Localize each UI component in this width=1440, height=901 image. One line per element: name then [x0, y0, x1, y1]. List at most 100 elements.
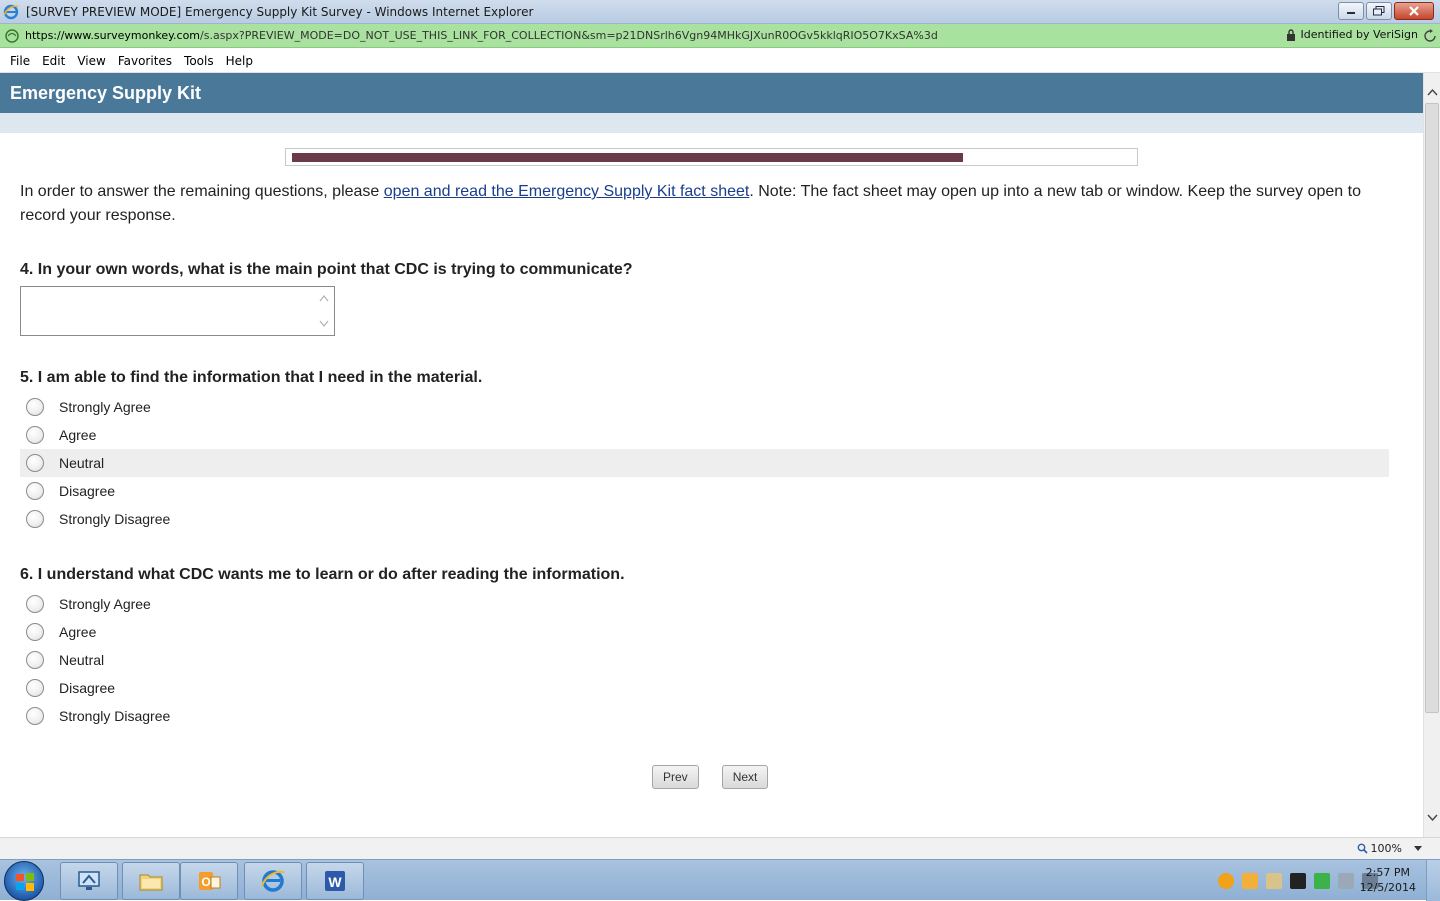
close-icon: [1409, 6, 1419, 16]
question-4-title: 4. In your own words, what is the main p…: [20, 261, 633, 278]
url-host: https://www.surveymonkey.com: [25, 29, 201, 42]
restore-icon: [1373, 6, 1385, 16]
url-path: /s.aspx?PREVIEW_MODE=DO_NOT_USE_THIS_LIN…: [200, 29, 938, 42]
word-icon: W: [325, 871, 345, 891]
question-6-options: Strongly Agree Agree Neutral Disagree St…: [20, 590, 1389, 730]
radio-button[interactable]: [26, 623, 44, 641]
option-label: Strongly Agree: [59, 399, 151, 415]
scroll-up-icon[interactable]: [1427, 87, 1438, 98]
radio-button[interactable]: [26, 426, 44, 444]
intro-text: In order to answer the remaining questio…: [20, 180, 1390, 228]
vertical-scrollbar[interactable]: [1423, 73, 1440, 837]
status-bar: 100%: [0, 837, 1440, 859]
option-label: Strongly Disagree: [59, 511, 171, 527]
update-icon[interactable]: [1218, 873, 1234, 889]
taskbar-remote-desktop[interactable]: [60, 862, 118, 900]
option-label: Agree: [59, 427, 97, 443]
lock-icon: [1287, 28, 1296, 41]
question-5-title: 5. I am able to find the information tha…: [20, 369, 483, 386]
q5-option-strongly-agree[interactable]: Strongly Agree: [20, 393, 1389, 421]
refresh-icon[interactable]: [1424, 29, 1436, 43]
outlook-tray-icon[interactable]: [1242, 873, 1258, 889]
intro-text-before: In order to answer the remaining questio…: [20, 183, 384, 200]
q5-option-disagree[interactable]: Disagree: [20, 477, 1389, 505]
progress-bar: [285, 148, 1138, 166]
chevron-up-icon[interactable]: [319, 294, 329, 302]
menu-help[interactable]: Help: [226, 54, 253, 68]
taskbar-file-explorer[interactable]: [122, 862, 180, 900]
scrollbar-thumb[interactable]: [1425, 103, 1439, 713]
survey-header: Emergency Supply Kit: [0, 73, 1423, 113]
minimize-icon: [1347, 12, 1355, 14]
scroll-down-icon[interactable]: [1427, 812, 1438, 823]
radio-button[interactable]: [26, 398, 44, 416]
q6-option-strongly-agree[interactable]: Strongly Agree: [20, 590, 1389, 618]
option-label: Disagree: [59, 483, 116, 499]
window-controls: [1338, 2, 1434, 20]
zoom-level: 100%: [1370, 842, 1402, 855]
menu-edit[interactable]: Edit: [42, 54, 65, 68]
q5-option-agree[interactable]: Agree: [20, 421, 1389, 449]
survey-title: Emergency Supply Kit: [10, 82, 202, 103]
q5-option-neutral[interactable]: Neutral: [20, 449, 1389, 477]
close-window-button[interactable]: [1394, 2, 1434, 20]
restore-button[interactable]: [1366, 2, 1392, 20]
menu-favorites[interactable]: Favorites: [118, 54, 172, 68]
radio-button[interactable]: [26, 595, 44, 613]
q6-option-neutral[interactable]: Neutral: [20, 646, 1389, 674]
taskbar-word[interactable]: W: [306, 862, 364, 900]
folder-icon: [139, 874, 163, 891]
q6-option-disagree[interactable]: Disagree: [20, 674, 1389, 702]
radio-button[interactable]: [26, 707, 44, 725]
window-titlebar: [SURVEY PREVIEW MODE] Emergency Supply K…: [0, 0, 1440, 24]
network-share-icon[interactable]: [1266, 873, 1282, 889]
clock-time: 2:57 PM: [1365, 866, 1410, 879]
question-4-textarea[interactable]: [20, 286, 335, 336]
security-check-icon[interactable]: [1314, 873, 1330, 889]
radio-button[interactable]: [26, 510, 44, 528]
menu-bar: File Edit View Favorites Tools Help: [0, 49, 1440, 73]
progress-fill: [292, 153, 963, 162]
system-tray: [1218, 873, 1378, 889]
menu-tools[interactable]: Tools: [184, 54, 214, 68]
taskbar-outlook[interactable]: O: [180, 862, 238, 900]
show-desktop-button[interactable]: [1426, 860, 1440, 901]
radio-button[interactable]: [26, 454, 44, 472]
question-6-title: 6. I understand what CDC wants me to lea…: [20, 566, 625, 583]
security-label: Identified by VeriSign: [1300, 28, 1418, 41]
next-button[interactable]: Next: [721, 765, 769, 789]
svg-text:O: O: [201, 875, 210, 889]
address-url[interactable]: https://www.surveymonkey.com/s.aspx?PREV…: [25, 29, 938, 42]
wireless-icon[interactable]: [1290, 873, 1306, 889]
remote-desktop-icon: [78, 871, 100, 890]
security-indicator[interactable]: Identified by VeriSign: [1286, 28, 1418, 41]
minimize-button[interactable]: [1338, 2, 1364, 20]
survey-nav: Prev Next: [652, 765, 769, 789]
menu-file[interactable]: File: [10, 54, 30, 68]
radio-button[interactable]: [26, 482, 44, 500]
q6-option-strongly-disagree[interactable]: Strongly Disagree: [20, 702, 1389, 730]
menu-view[interactable]: View: [77, 54, 105, 68]
start-button[interactable]: [4, 861, 44, 901]
chevron-down-icon[interactable]: [319, 320, 329, 328]
address-bar[interactable]: https://www.surveymonkey.com/s.aspx?PREV…: [0, 24, 1440, 48]
internet-explorer-icon: [261, 870, 285, 892]
option-label: Neutral: [59, 455, 105, 471]
outlook-icon: O: [199, 872, 221, 890]
radio-button[interactable]: [26, 651, 44, 669]
windows-taskbar: O W 2:57 PM 12/5/2014: [0, 859, 1440, 901]
zoom-control[interactable]: 100%: [1357, 842, 1422, 855]
fact-sheet-link[interactable]: open and read the Emergency Supply Kit f…: [384, 183, 750, 200]
radio-button[interactable]: [26, 679, 44, 697]
network-icon[interactable]: [1338, 873, 1354, 889]
q5-option-strongly-disagree[interactable]: Strongly Disagree: [20, 505, 1389, 533]
svg-text:W: W: [328, 874, 342, 890]
prev-button[interactable]: Prev: [652, 765, 699, 789]
q6-option-agree[interactable]: Agree: [20, 618, 1389, 646]
taskbar-internet-explorer[interactable]: [244, 862, 302, 900]
windows-logo-icon: [16, 873, 34, 891]
option-label: Strongly Agree: [59, 596, 151, 612]
zoom-dropdown-icon[interactable]: [1414, 846, 1422, 851]
clock-date: 12/5/2014: [1359, 881, 1416, 894]
taskbar-clock[interactable]: 2:57 PM 12/5/2014: [1360, 865, 1416, 895]
